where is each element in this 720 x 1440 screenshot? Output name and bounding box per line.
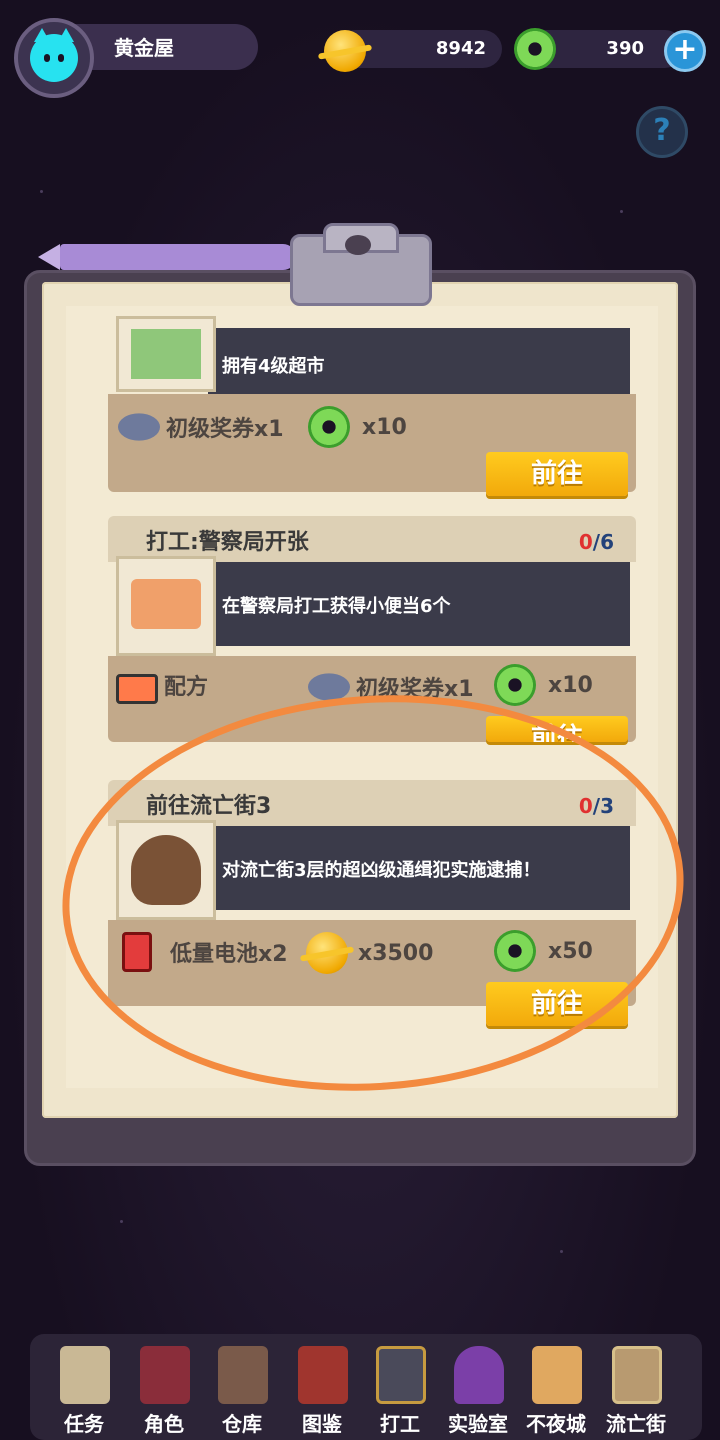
task-description: 在警察局打工获得小便当6个	[222, 596, 451, 617]
reward-label: x10	[362, 414, 407, 440]
reward-label: x10	[548, 672, 593, 698]
supermarket-icon	[116, 316, 216, 392]
character-portrait-icon	[140, 1346, 190, 1404]
ticket-icon	[308, 673, 350, 701]
reward-item: 初级奖券x1	[118, 406, 284, 448]
lab-dome-icon	[454, 1346, 504, 1404]
reward-label: 配方	[164, 675, 209, 700]
task-progress: 0/6	[578, 530, 614, 554]
donut-icon	[308, 406, 350, 448]
help-button[interactable]: ?	[636, 106, 688, 158]
nav-label: 流亡街	[606, 1412, 666, 1436]
nav-label: 图鉴	[302, 1412, 342, 1436]
task-title: 打工:警察局开张	[146, 530, 309, 555]
donut-icon	[494, 664, 536, 706]
nav-label: 打工	[380, 1412, 420, 1436]
task-description: 拥有4级超市	[222, 356, 325, 377]
gold-coin-icon	[324, 30, 366, 72]
nav-nightcity[interactable]: 不夜城	[520, 1342, 592, 1438]
cat-avatar-icon	[30, 28, 78, 82]
nav-label: 不夜城	[526, 1412, 586, 1436]
go-button[interactable]: 前往	[486, 452, 628, 496]
task-board-icon	[60, 1346, 110, 1404]
clipboard-clip	[290, 223, 432, 306]
nav-label: 角色	[144, 1412, 184, 1436]
task-description-box: 拥有4级超市	[208, 328, 630, 404]
task-rewards: 初级奖券x1 x10 前往	[108, 394, 636, 496]
work-icon	[376, 1346, 426, 1404]
donut-amount: 390	[606, 38, 644, 59]
nav-exile-street[interactable]: 流亡街	[600, 1342, 672, 1438]
warehouse-icon	[218, 1346, 268, 1404]
book-icon	[298, 1346, 348, 1404]
nav-work[interactable]: 打工	[364, 1342, 436, 1438]
reward-item: x10	[308, 406, 407, 448]
nav-warehouse[interactable]: 仓库	[206, 1342, 278, 1438]
nav-characters[interactable]: 角色	[128, 1342, 200, 1438]
avatar[interactable]	[14, 18, 94, 98]
nav-tasks[interactable]: 任务	[48, 1342, 120, 1438]
reward-item: x10	[494, 664, 593, 706]
nav-collection[interactable]: 图鉴	[286, 1342, 358, 1438]
pencil-decoration	[38, 244, 296, 270]
task-card: 拥有4级超市 初级奖券x1 x10 前往	[108, 306, 636, 496]
donut-icon	[514, 28, 556, 70]
player-name: 黄金屋	[114, 36, 174, 60]
pirate-icon	[612, 1346, 662, 1404]
player-panel[interactable]: 黄金屋	[14, 18, 260, 98]
nav-label: 实验室	[448, 1412, 508, 1436]
task-description-box: 在警察局打工获得小便当6个	[208, 562, 630, 646]
gold-amount: 8942	[435, 38, 486, 59]
bento-icon	[116, 556, 216, 656]
add-currency-button[interactable]: +	[664, 30, 706, 72]
nav-lab[interactable]: 实验室	[442, 1342, 514, 1438]
ticket-icon	[118, 413, 160, 441]
fox-icon	[532, 1346, 582, 1404]
nav-label: 仓库	[222, 1412, 262, 1436]
reward-label: 初级奖券x1	[166, 417, 284, 442]
reward-item: 配方	[116, 666, 208, 704]
nav-label: 任务	[64, 1412, 104, 1436]
bento-icon	[116, 674, 158, 704]
